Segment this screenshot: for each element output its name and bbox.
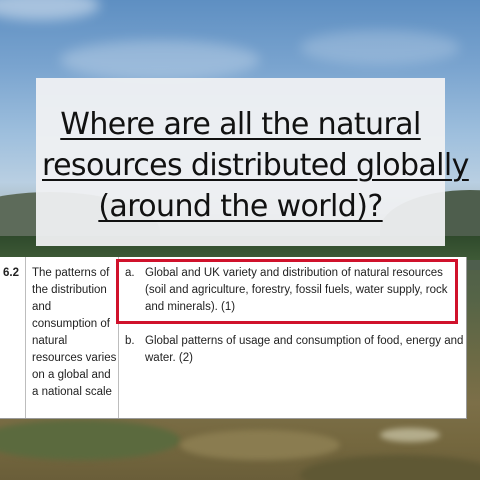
spec-topic-line: a national scale xyxy=(32,386,112,398)
cloud xyxy=(60,40,260,80)
item-text-line: Global patterns of usage and consumption… xyxy=(145,335,464,347)
slide-title-line: resources distributed globally xyxy=(42,148,469,183)
spec-topic-line: and xyxy=(32,301,52,313)
grass-patch xyxy=(300,455,480,480)
item-marker: b. xyxy=(125,335,135,347)
spec-topic-line: resources varies xyxy=(32,352,117,364)
spec-number: 6.2 xyxy=(0,257,26,418)
spec-topic-line: on a global and xyxy=(32,369,111,381)
spec-topic-line: the distribution xyxy=(32,284,107,296)
highlight-box xyxy=(116,259,458,324)
cloud xyxy=(0,0,100,20)
grass-patch xyxy=(0,420,180,460)
spec-topic-line: The patterns of xyxy=(32,267,110,279)
cloud xyxy=(300,30,460,65)
item-text-line: water. (2) xyxy=(145,352,193,364)
spec-topic-line: natural xyxy=(32,335,68,347)
spec-topic: The patterns of the distribution and con… xyxy=(26,257,119,418)
spec-topic-line: consumption of xyxy=(32,318,110,330)
spec-item-b: b. Global patterns of usage and consumpt… xyxy=(125,333,464,367)
slide-title-line: Where are all the natural xyxy=(60,107,421,142)
rock xyxy=(380,428,440,442)
slide-title-line: (around the world)? xyxy=(98,189,383,224)
slide-title-box: Where are all the natural resources dist… xyxy=(36,78,469,246)
grass-patch xyxy=(180,430,340,460)
